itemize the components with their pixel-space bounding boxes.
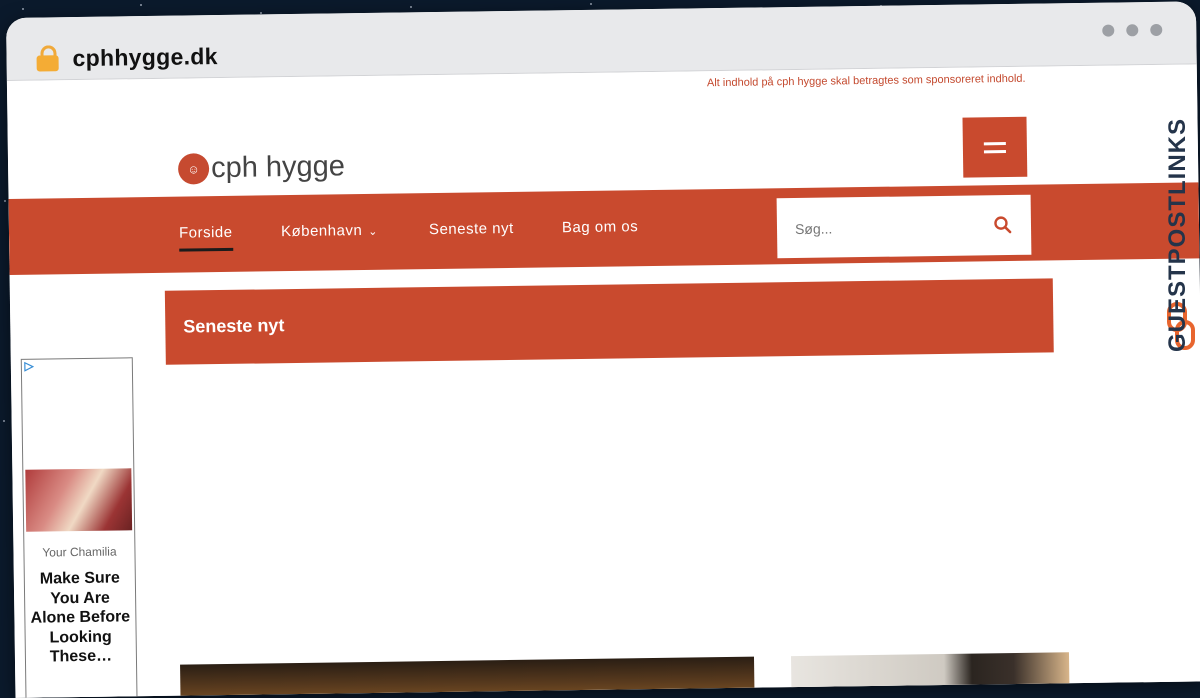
ad-headline[interactable]: Make Sure You Are Alone Before Looking T… [29,568,132,667]
address-bar-url[interactable]: cphhygge.dk [72,43,218,72]
nav-item-bag-om-os[interactable]: Bag om os [562,218,638,236]
section-header: Seneste nyt [164,278,1054,365]
ad-source: Your Chamilia [42,544,117,560]
nav-item-seneste-nyt[interactable]: Seneste nyt [429,220,514,238]
chevron-down-icon: ⌄ [368,225,379,238]
search-box [776,194,1032,261]
nav-item-kobenhavn[interactable]: København ⌄ [281,222,378,240]
hamburger-menu-button[interactable] [962,116,1028,178]
web-page: Alt indhold på cph hygge skal betragtes … [6,64,1200,698]
nav-item-label: Forside [178,223,233,242]
guestpostlinks-watermark: GUESTPOSTLINKS [1164,117,1191,352]
lock-icon [36,45,59,72]
article-thumbnail[interactable] [790,652,1070,698]
article-thumbnail[interactable] [180,656,755,698]
hamburger-icon [983,141,1006,145]
logo-face-icon: ☺ [177,153,210,185]
nav-item-label: København [280,222,363,241]
window-dot-icon[interactable] [1102,24,1115,37]
advertisement[interactable]: Your Chamilia Make Sure You Are Alone Be… [20,357,138,698]
browser-window: cphhygge.dk Alt indhold på cph hygge ska… [6,1,1200,698]
window-dot-icon[interactable] [1150,23,1163,37]
search-input[interactable] [776,195,998,261]
sponsored-disclaimer: Alt indhold på cph hygge skal betragtes … [706,72,1026,90]
hamburger-icon [983,149,1006,153]
ad-choices-icon[interactable] [24,361,34,372]
ad-image[interactable] [25,468,133,532]
site-logo[interactable]: ☺ cph hygge [177,150,346,185]
window-controls [1102,23,1163,37]
window-dot-icon[interactable] [1126,24,1139,37]
nav-item-forside[interactable]: Forside [179,224,233,242]
search-icon[interactable] [993,215,1013,235]
main-navigation: Forside København ⌄ Seneste nyt Bag om os [8,182,1200,275]
section-title: Seneste nyt [183,315,285,337]
logo-text: cph hygge [210,150,346,185]
nav-item-label: Bag om os [561,218,639,237]
nav-item-label: Seneste nyt [428,219,514,239]
